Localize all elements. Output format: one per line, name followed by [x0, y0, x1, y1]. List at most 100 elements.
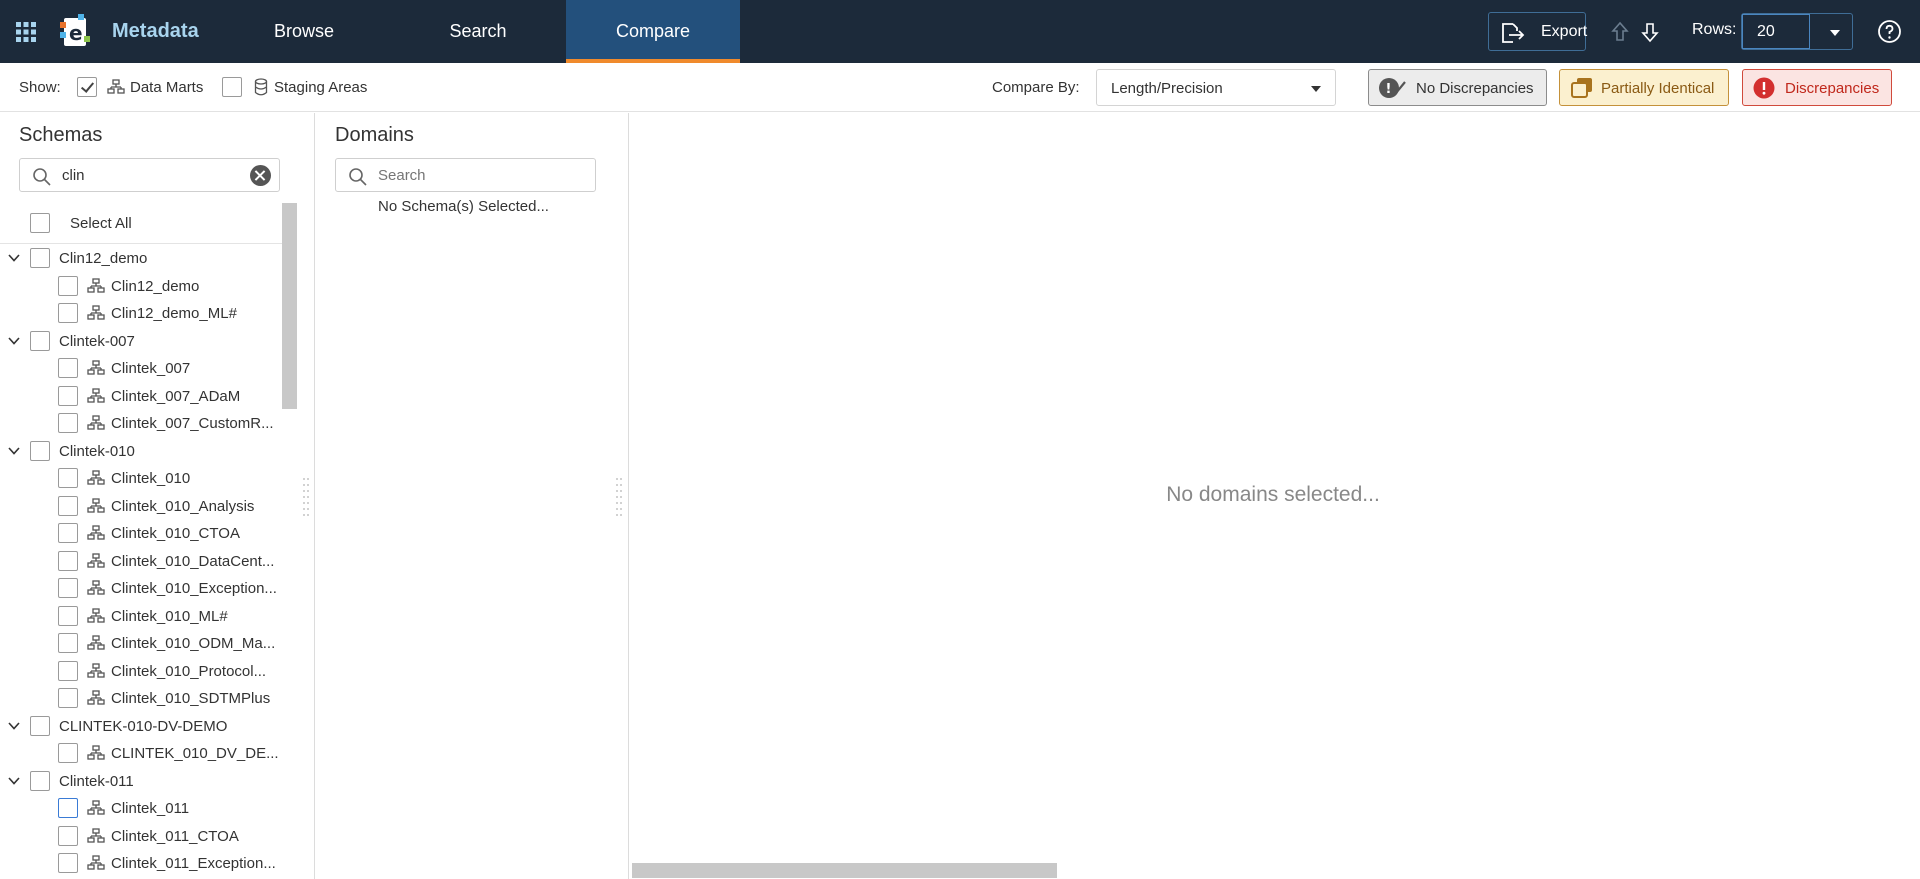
schema-item-row[interactable]: Clintek_010_ML#: [0, 603, 282, 631]
schema-item-row[interactable]: Clintek_011_Exception...: [0, 850, 282, 878]
schema-item-row[interactable]: Clintek_011_CTOA: [0, 823, 282, 851]
schema-group-row[interactable]: Clintek-011: [0, 768, 282, 796]
schema-checkbox[interactable]: [58, 825, 78, 846]
schema-item-row[interactable]: Clintek_010_CTOA: [0, 520, 282, 548]
schema-checkbox[interactable]: [58, 550, 78, 571]
schema-group-checkbox[interactable]: [30, 715, 50, 736]
schema-item-row[interactable]: Clin12_demo: [0, 273, 282, 301]
domains-search-input[interactable]: [378, 162, 558, 188]
schema-checkbox[interactable]: [58, 853, 78, 873]
rows-input[interactable]: [1742, 14, 1810, 49]
schema-item-row[interactable]: Clintek_010_SDTMPlus: [0, 685, 282, 713]
data-mart-icon: [107, 79, 125, 100]
schema-group-checkbox[interactable]: [30, 440, 50, 461]
chevron-down-icon[interactable]: [7, 774, 21, 788]
schema-checkbox[interactable]: [58, 660, 78, 681]
schema-checkbox[interactable]: [58, 688, 78, 708]
data-mart-icon: [87, 635, 105, 656]
caret-down-icon: [1311, 86, 1321, 92]
schema-checkbox[interactable]: [58, 275, 78, 296]
help-icon[interactable]: [1877, 19, 1902, 44]
chevron-down-icon[interactable]: [1820, 14, 1850, 49]
schema-group-row[interactable]: Clin12_demo: [0, 245, 282, 273]
schema-checkbox[interactable]: [58, 495, 78, 516]
schema-checkbox[interactable]: [58, 743, 78, 763]
schema-checkbox[interactable]: [58, 468, 78, 488]
schema-group-row[interactable]: CLINTEK-010-DV-DEMO: [0, 713, 282, 741]
schema-item-row[interactable]: Clintek_010_DataCent...: [0, 548, 282, 576]
app-logo-icon: e: [58, 14, 92, 50]
schema-group-checkbox[interactable]: [30, 770, 50, 791]
schema-checkbox[interactable]: [58, 798, 78, 818]
data-mart-icon: [87, 662, 105, 684]
discrepancies-filter-button[interactable]: Discrepancies: [1742, 69, 1892, 106]
select-all-row: Select All: [0, 201, 282, 244]
schema-label: Clintek_011: [111, 800, 190, 817]
schema-item-row[interactable]: Clintek_010_Analysis: [0, 493, 282, 521]
schema-group-checkbox[interactable]: [30, 248, 50, 268]
app-launcher-grid-icon[interactable]: [14, 20, 38, 44]
schema-group-checkbox[interactable]: [30, 330, 50, 351]
schema-label: Clintek_011_Exception...: [111, 855, 276, 872]
schema-checkbox[interactable]: [58, 578, 78, 598]
schema-item-row[interactable]: Clintek_007_ADaM: [0, 383, 282, 411]
horizontal-scrollbar-thumb[interactable]: [632, 863, 1057, 878]
no-discrepancies-filter-button[interactable]: ! No Discrepancies: [1368, 69, 1547, 106]
staging-areas-checkbox[interactable]: [222, 77, 242, 97]
panel-resize-handle[interactable]: [615, 475, 623, 519]
export-icon: [1502, 23, 1525, 43]
data-mart-icon: [87, 497, 105, 519]
comparison-results-area: No domains selected...: [630, 113, 1920, 879]
schema-label: Clintek_010: [111, 470, 191, 487]
chevron-down-icon[interactable]: [7, 719, 21, 733]
select-all-checkbox[interactable]: [30, 213, 50, 233]
compare-by-select[interactable]: Length/Precision: [1096, 69, 1336, 106]
schema-checkbox[interactable]: [58, 303, 78, 323]
partially-identical-filter-button[interactable]: Partially Identical: [1559, 69, 1729, 106]
domains-panel: Domains No Schema(s) Selected...: [316, 113, 629, 879]
schemas-search-input[interactable]: [62, 162, 242, 188]
domains-title: Domains: [335, 124, 414, 146]
schema-item-row[interactable]: Clintek_010_Exception...: [0, 575, 282, 603]
schema-scrollbar-thumb[interactable]: [282, 203, 297, 409]
schema-item-row[interactable]: Clintek_007: [0, 355, 282, 383]
search-icon: [33, 168, 51, 186]
data-marts-checkbox[interactable]: [77, 77, 97, 97]
schema-checkbox[interactable]: [58, 358, 78, 378]
schema-checkbox[interactable]: [58, 633, 78, 653]
schema-item-row[interactable]: CLINTEK_010_DV_DE...: [0, 740, 282, 768]
schema-item-row[interactable]: Clintek_010_ODM_Ma...: [0, 630, 282, 658]
schema-item-row[interactable]: Clintek_010_Protocol...: [0, 658, 282, 686]
schema-checkbox[interactable]: [58, 413, 78, 433]
tab-compare[interactable]: Compare: [566, 0, 740, 63]
clear-search-icon[interactable]: [250, 165, 271, 186]
schema-checkbox[interactable]: [58, 385, 78, 406]
chevron-down-icon[interactable]: [7, 334, 21, 348]
schema-item-row[interactable]: Clintek_007_CustomR...: [0, 410, 282, 438]
arrow-up-icon[interactable]: [1610, 20, 1630, 44]
compare-toolbar: Show: Data Marts Staging Areas Compare B…: [0, 63, 1920, 112]
no-discrepancy-icon: !: [1378, 77, 1408, 104]
schema-checkbox[interactable]: [58, 523, 78, 543]
schema-item-row[interactable]: Clintek_011: [0, 795, 282, 823]
data-mart-icon: [87, 690, 105, 711]
schema-label: Clintek_007_CustomR...: [111, 415, 274, 432]
data-mart-icon: [87, 580, 105, 601]
schemas-title: Schemas: [19, 124, 103, 146]
arrow-down-icon[interactable]: [1640, 20, 1660, 44]
schema-item-row[interactable]: Clin12_demo_ML#: [0, 300, 282, 328]
schema-group-row[interactable]: Clintek-010: [0, 438, 282, 466]
data-mart-icon: [87, 470, 105, 491]
chevron-down-icon[interactable]: [7, 444, 21, 458]
schema-item-row[interactable]: Clintek_010: [0, 465, 282, 493]
panel-resize-handle[interactable]: [302, 475, 310, 519]
schema-checkbox[interactable]: [58, 605, 78, 626]
tab-search[interactable]: Search: [391, 0, 565, 63]
export-button[interactable]: Export: [1488, 12, 1587, 51]
tab-browse[interactable]: Browse: [217, 0, 391, 63]
data-mart-icon: [87, 305, 105, 326]
chevron-down-icon[interactable]: [7, 251, 21, 265]
schema-tree: Clin12_demo Clin12_demo Clin12_demo_ML# Cli…: [0, 245, 282, 878]
schema-group-row[interactable]: Clintek-007: [0, 328, 282, 356]
schema-label: Clin12_demo_ML#: [111, 305, 237, 322]
